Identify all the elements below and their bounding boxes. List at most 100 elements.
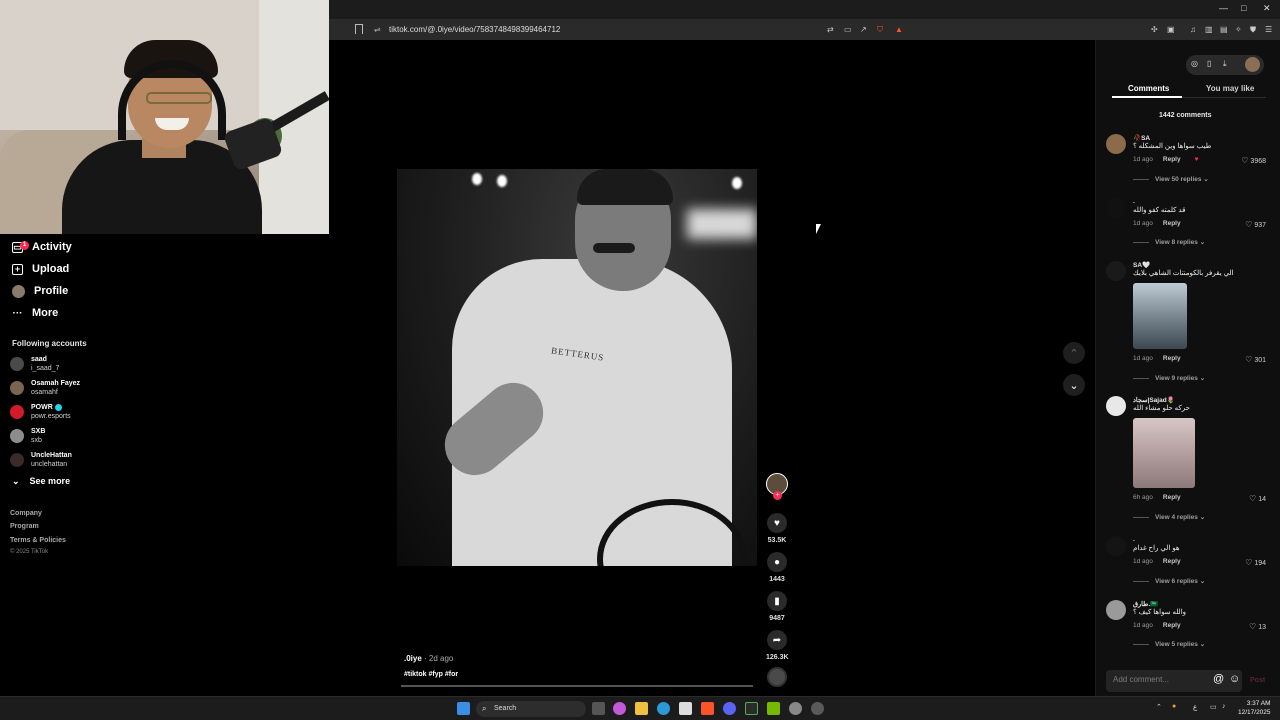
like-button[interactable]: ♥ 53.5K xyxy=(766,513,788,544)
brave-icon[interactable] xyxy=(701,702,714,715)
share-button[interactable]: ➦ 126.3K xyxy=(766,630,789,661)
add-comment-input[interactable] xyxy=(1106,670,1206,689)
comment-like-button[interactable]: ♡ 937 xyxy=(1245,220,1266,229)
discord-icon[interactable] xyxy=(723,702,736,715)
menu-icon[interactable]: ☰ xyxy=(1265,25,1272,34)
video-player[interactable]: BETTERUS xyxy=(397,169,757,566)
vpn-icon[interactable]: ⛊ xyxy=(1250,25,1256,35)
site-info-icon[interactable]: ⇌ xyxy=(374,25,381,34)
settings-gear-icon[interactable] xyxy=(789,702,802,715)
tab-comments[interactable]: Comments xyxy=(1128,84,1169,93)
avatar[interactable] xyxy=(1106,536,1126,556)
file-explorer-icon[interactable] xyxy=(635,702,648,715)
following-account[interactable]: SXB sxb xyxy=(10,427,45,445)
minimize-button[interactable]: — xyxy=(1219,3,1228,13)
wallet-icon[interactable]: ▣ xyxy=(1167,25,1175,34)
reply-button[interactable]: Reply xyxy=(1163,558,1181,565)
extensions-icon[interactable]: ✣ xyxy=(1151,25,1158,34)
comment-button[interactable]: ● 1443 xyxy=(766,552,788,583)
edge-icon[interactable] xyxy=(657,702,670,715)
copilot-icon[interactable] xyxy=(613,702,626,715)
footer-link-program[interactable]: Program xyxy=(10,523,39,530)
reply-button[interactable]: Reply xyxy=(1163,220,1181,227)
video-progress-bar[interactable] xyxy=(401,685,753,687)
avatar[interactable] xyxy=(1106,261,1126,281)
comment-like-button[interactable]: ♡ 194 xyxy=(1245,558,1266,567)
video-author[interactable]: .0iye xyxy=(404,654,422,663)
comment-image[interactable] xyxy=(1133,283,1187,349)
reply-button[interactable]: Reply xyxy=(1163,494,1181,501)
leo-icon[interactable]: ✧ xyxy=(1235,25,1242,34)
cast-icon[interactable]: ▭ xyxy=(844,25,852,34)
comment-username[interactable]: SA🤍 xyxy=(1133,261,1150,269)
mention-icon[interactable]: @ xyxy=(1213,673,1224,685)
compass-icon[interactable]: ◎ xyxy=(1191,59,1198,68)
see-more-button[interactable]: ⌄ See more xyxy=(12,476,70,487)
translate-icon[interactable]: ⇄ xyxy=(827,25,834,34)
previous-video-button[interactable]: ⌃ xyxy=(1063,342,1085,364)
next-video-button[interactable]: ⌄ xyxy=(1063,374,1085,396)
view-replies-button[interactable]: View 9 replies ⌄ xyxy=(1133,374,1205,382)
sidebar-toggle-icon[interactable]: ▥ xyxy=(1205,25,1213,34)
emoji-icon[interactable]: ☺ xyxy=(1229,673,1240,685)
sidebar-item-profile[interactable]: Profile xyxy=(12,281,68,301)
following-account[interactable]: Osamah Fayez osamahf xyxy=(10,379,80,397)
keyboard-language[interactable]: ع xyxy=(1193,703,1197,711)
tab-you-may-like[interactable]: You may like xyxy=(1206,84,1254,93)
comment-like-button[interactable]: ♡ 14 xyxy=(1249,494,1266,503)
post-button[interactable]: Post xyxy=(1250,677,1265,684)
view-replies-button[interactable]: View 5 replies ⌄ xyxy=(1133,640,1205,648)
sidebar-item-more[interactable]: ··· More xyxy=(12,303,59,323)
phone-icon[interactable]: ▯ xyxy=(1207,59,1211,68)
taskbar-search[interactable]: ⌕ Search xyxy=(476,701,586,717)
network-icon[interactable]: ▭ xyxy=(1210,703,1217,711)
footer-link-company[interactable]: Company xyxy=(10,510,42,517)
media-icon[interactable]: ♫ xyxy=(1190,25,1196,34)
view-replies-button[interactable]: View 8 replies ⌄ xyxy=(1133,238,1205,246)
comment-username[interactable]: طارق.🇸🇦 xyxy=(1133,600,1158,608)
terminal-icon[interactable] xyxy=(745,702,758,715)
reply-button[interactable]: Reply xyxy=(1163,156,1181,163)
comment-like-button[interactable]: ♡ 3968 xyxy=(1241,156,1266,165)
app-icon[interactable] xyxy=(811,702,824,715)
view-replies-button[interactable]: View 6 replies ⌄ xyxy=(1133,577,1205,585)
tabs-icon[interactable]: ▤ xyxy=(1220,25,1228,34)
comment-like-button[interactable]: ♡ 301 xyxy=(1245,355,1266,364)
reply-button[interactable]: Reply xyxy=(1163,355,1181,362)
comment-image[interactable] xyxy=(1133,418,1195,488)
sidebar-item-upload[interactable]: + Upload xyxy=(12,259,69,279)
avatar[interactable] xyxy=(1106,198,1126,218)
microphone-icon[interactable]: ● xyxy=(1172,703,1176,710)
following-account[interactable]: POWR powr.esports xyxy=(10,403,71,421)
avatar[interactable] xyxy=(1106,396,1126,416)
follow-plus-icon[interactable]: + xyxy=(773,491,782,500)
following-account[interactable]: saad i_saad_7 xyxy=(10,355,59,373)
download-icon[interactable]: ⤓ xyxy=(1223,59,1227,69)
maximize-button[interactable]: □ xyxy=(1241,3,1246,13)
taskbar-clock[interactable]: 3:37 AM 12/17/2025 xyxy=(1238,699,1271,717)
comment-like-button[interactable]: ♡ 13 xyxy=(1249,622,1266,631)
brave-rewards-icon[interactable]: ▲ xyxy=(895,25,903,34)
music-disc-icon[interactable] xyxy=(767,667,787,687)
bookmark-icon[interactable] xyxy=(355,24,363,34)
tray-chevron-up-icon[interactable]: ⌃ xyxy=(1156,703,1162,711)
url-text[interactable]: tiktok.com/@.0iye/video/7583748498399464… xyxy=(389,25,560,34)
comment-username[interactable]: . xyxy=(1133,198,1135,205)
reply-button[interactable]: Reply xyxy=(1163,622,1181,629)
view-replies-button[interactable]: View 4 replies ⌄ xyxy=(1133,513,1205,521)
sidebar-item-activity[interactable]: ▭ 1 Activity xyxy=(12,237,72,257)
comment-username[interactable]: 🥀SA xyxy=(1133,134,1150,142)
video-hashtags[interactable]: #tiktok #fyp #for xyxy=(404,671,458,678)
volume-icon[interactable]: ♪ xyxy=(1222,703,1226,710)
windows-start-icon[interactable] xyxy=(457,702,470,715)
task-view-icon[interactable] xyxy=(592,702,605,715)
share-icon[interactable]: ↗ xyxy=(860,25,867,34)
comment-username[interactable]: سجاد|Sajad🌷 xyxy=(1133,396,1175,404)
close-window-button[interactable]: ✕ xyxy=(1263,3,1271,14)
following-account[interactable]: UncleHattan unclehattan xyxy=(10,451,72,469)
view-replies-button[interactable]: View 50 replies ⌄ xyxy=(1133,175,1209,183)
avatar[interactable] xyxy=(1106,134,1126,154)
store-icon[interactable] xyxy=(679,702,692,715)
save-button[interactable]: ▮ 9487 xyxy=(766,591,788,622)
user-avatar[interactable] xyxy=(1245,57,1260,72)
